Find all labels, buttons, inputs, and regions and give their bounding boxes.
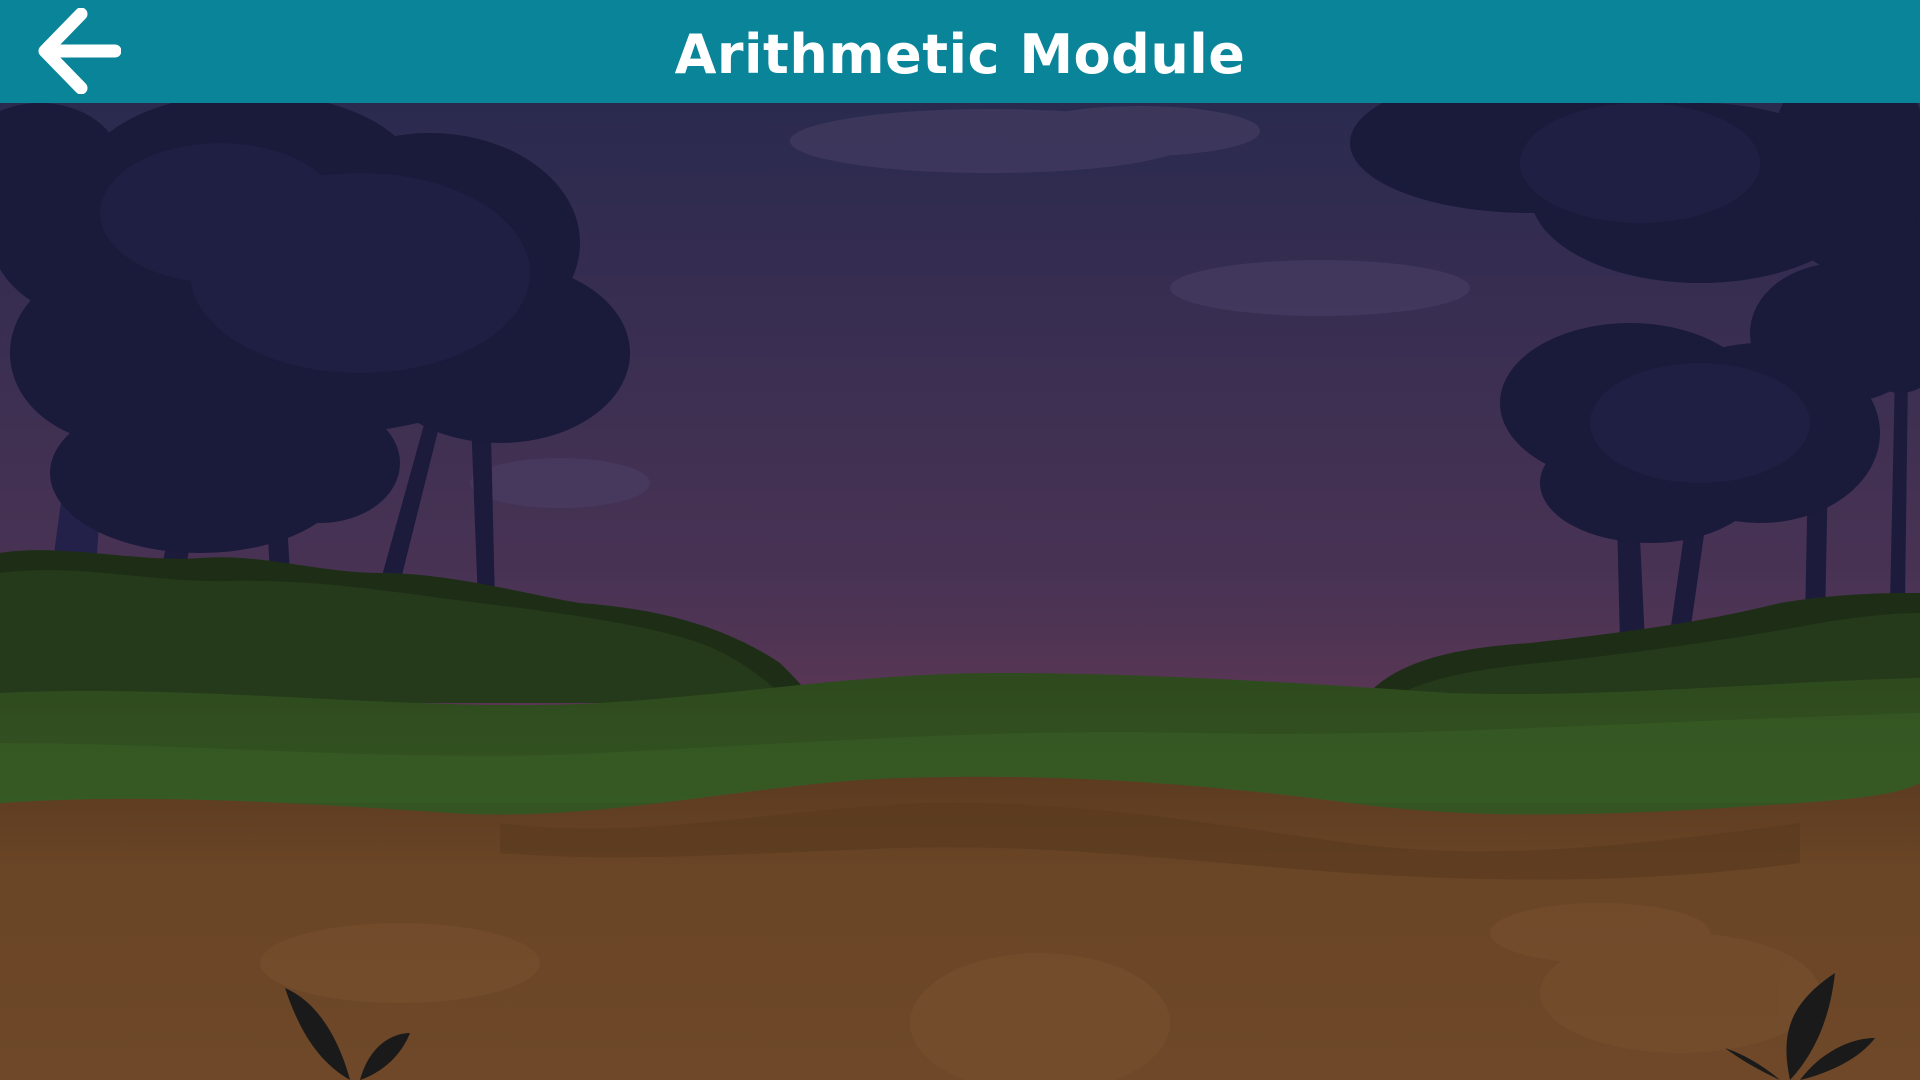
forest-background-scene	[0, 103, 1920, 1080]
page-title: Arithmetic Module	[674, 23, 1246, 86]
background-illustration	[0, 103, 1920, 1080]
arithmetic-module-screen: Arithmetic Module	[0, 0, 1920, 1080]
top-app-bar: Arithmetic Module	[0, 0, 1920, 103]
